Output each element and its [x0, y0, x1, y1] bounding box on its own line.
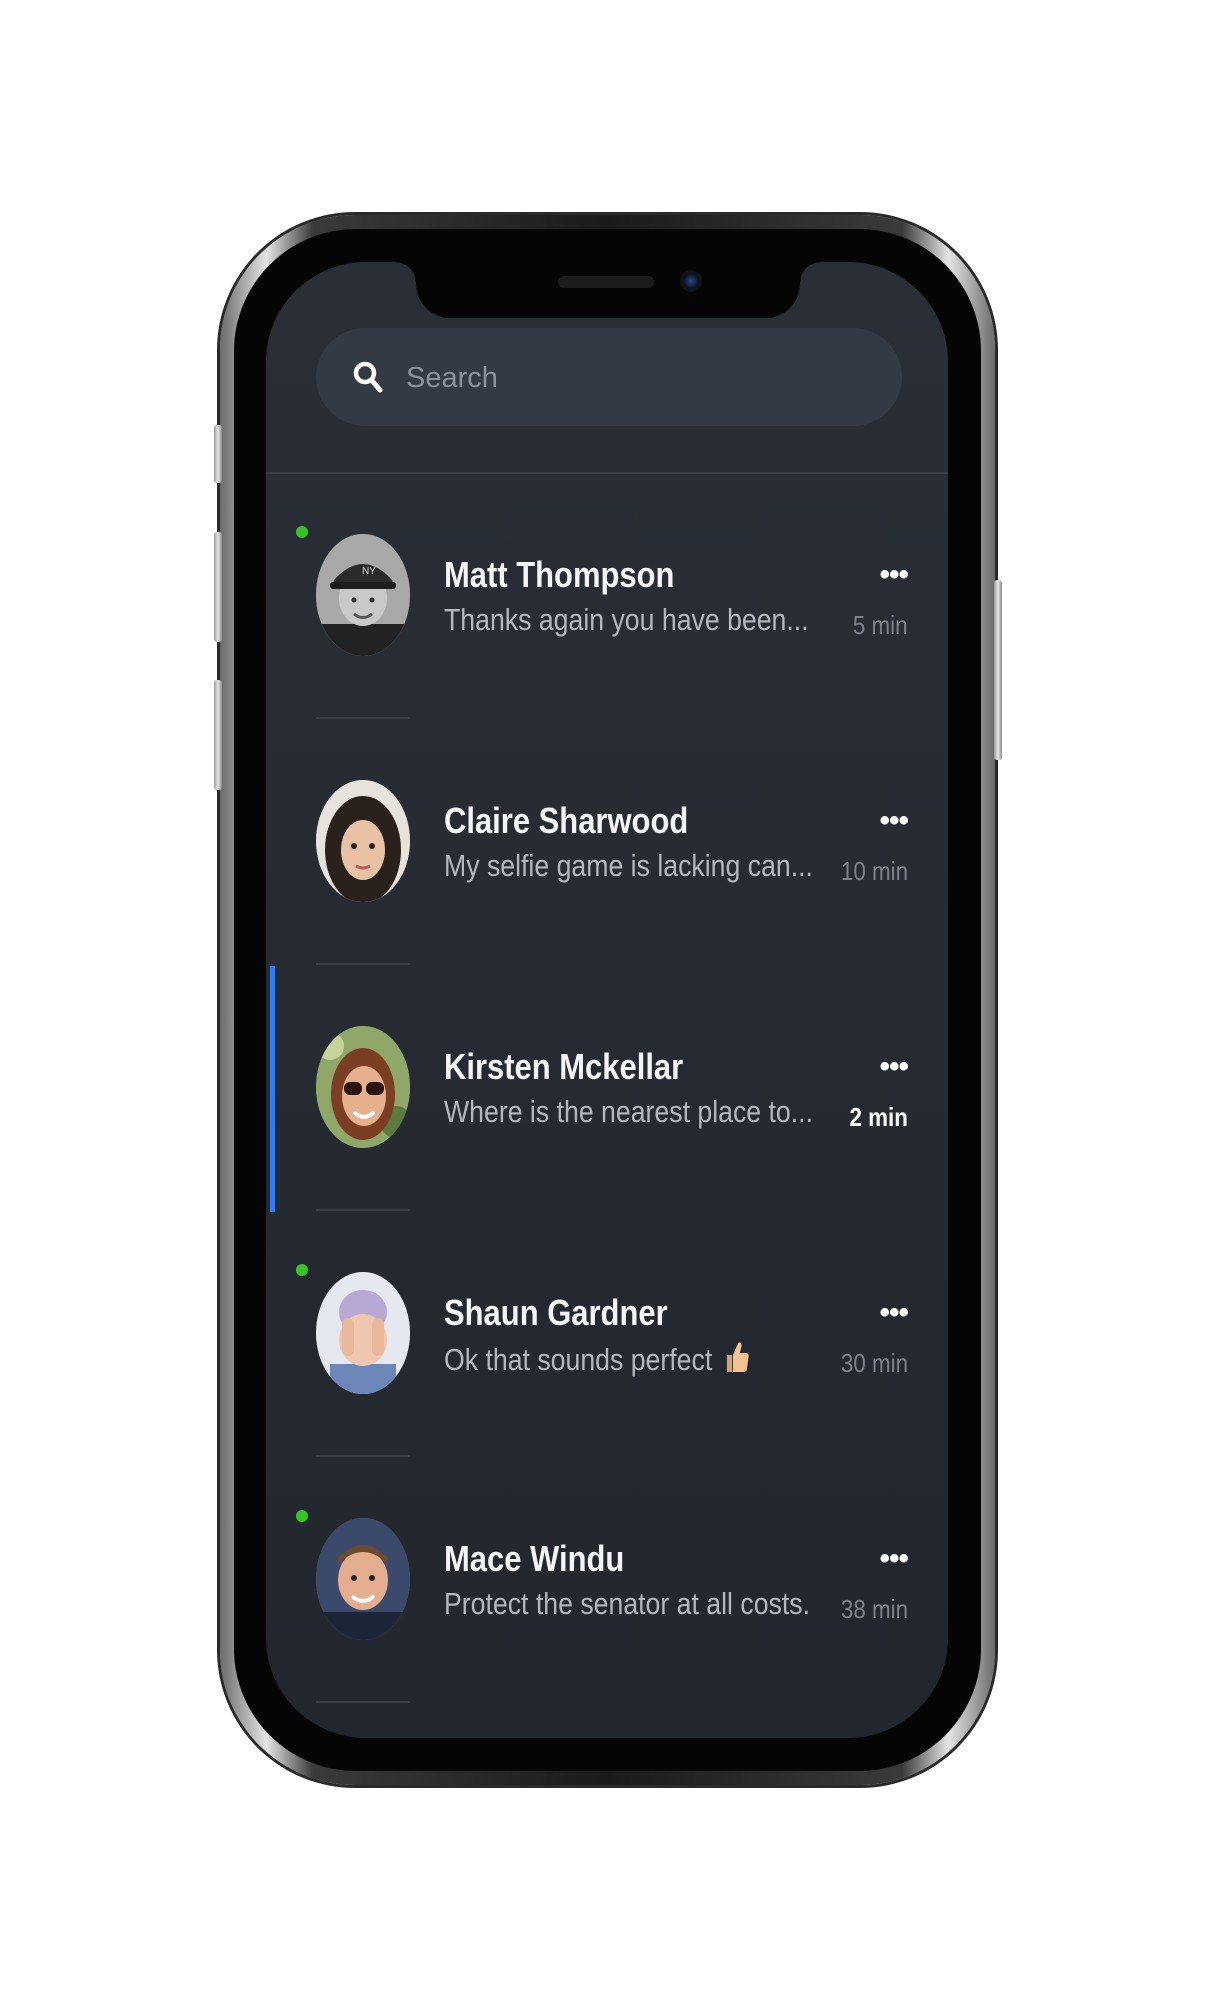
- message-preview-text: Ok that sounds perfect: [444, 1342, 713, 1377]
- item-divider: [316, 1209, 410, 1211]
- contact-name: Matt Thompson: [444, 554, 675, 595]
- message-preview: Where is the nearest place to...: [444, 1094, 813, 1129]
- volume-down-button: [214, 680, 222, 790]
- online-status-dot: [296, 1264, 308, 1276]
- avatar[interactable]: NY: [316, 534, 410, 656]
- item-divider: [316, 963, 410, 965]
- avatar[interactable]: [316, 1272, 410, 1394]
- power-button: [994, 580, 1002, 760]
- more-options-icon[interactable]: •••: [879, 1298, 908, 1328]
- front-camera: [680, 270, 702, 292]
- avatar-mace: [316, 1518, 410, 1640]
- more-options-icon[interactable]: •••: [879, 1544, 908, 1574]
- item-divider: [316, 1701, 410, 1703]
- message-time: 30 min: [840, 1348, 908, 1378]
- message-preview: My selfie game is lacking can...: [444, 848, 813, 883]
- contact-name: Claire Sharwood: [444, 800, 689, 841]
- item-divider: [316, 1455, 410, 1457]
- speaker-grille: [558, 276, 654, 288]
- avatar-kirsten: [316, 1026, 410, 1148]
- contact-name: Kirsten Mckellar: [444, 1046, 684, 1087]
- search-icon: [353, 361, 383, 393]
- conversation-item[interactable]: Claire Sharwood My selfie game is lackin…: [266, 720, 948, 966]
- online-status-dot: [296, 526, 308, 538]
- avatar[interactable]: [316, 1518, 410, 1640]
- avatar-matt: NY: [316, 534, 410, 656]
- avatar[interactable]: [316, 1026, 410, 1148]
- volume-up-button: [214, 532, 222, 642]
- contact-name: Mace Windu: [444, 1538, 625, 1579]
- conversation-item-active[interactable]: Kirsten Mckellar Where is the nearest pl…: [266, 966, 948, 1212]
- avatar-claire: [316, 780, 410, 902]
- search-input[interactable]: [404, 356, 868, 400]
- mute-switch: [214, 425, 222, 483]
- message-time: 5 min: [853, 610, 908, 640]
- more-options-icon[interactable]: •••: [879, 1052, 908, 1082]
- message-time: 2 min: [849, 1102, 908, 1132]
- thumbs-up-icon: [726, 1342, 749, 1372]
- conversation-item[interactable]: Shaun Gardner Ok that sounds perfect •••…: [266, 1212, 948, 1458]
- online-status-dot: [296, 1510, 308, 1522]
- message-preview: Thanks again you have been...: [444, 602, 809, 637]
- svg-text:NY: NY: [362, 566, 376, 577]
- item-divider: [316, 717, 410, 719]
- avatar-shaun: [316, 1272, 410, 1394]
- conversation-item[interactable]: NY Matt Thompson Thanks again you have b…: [266, 474, 948, 720]
- conversation-item[interactable]: Mace Windu Protect the senator at all co…: [266, 1458, 948, 1704]
- message-preview: Protect the senator at all costs.: [444, 1586, 811, 1621]
- more-options-icon[interactable]: •••: [879, 560, 908, 590]
- message-preview: Ok that sounds perfect: [444, 1340, 750, 1378]
- notch: [396, 262, 820, 318]
- more-options-icon[interactable]: •••: [879, 806, 908, 836]
- message-time: 10 min: [840, 856, 908, 886]
- avatar[interactable]: [316, 780, 410, 902]
- search-bar[interactable]: [316, 328, 902, 426]
- contact-name: Shaun Gardner: [444, 1292, 668, 1333]
- chat-list-screen: NY Matt Thompson Thanks again you have b…: [266, 262, 948, 1738]
- message-time: 38 min: [840, 1594, 908, 1624]
